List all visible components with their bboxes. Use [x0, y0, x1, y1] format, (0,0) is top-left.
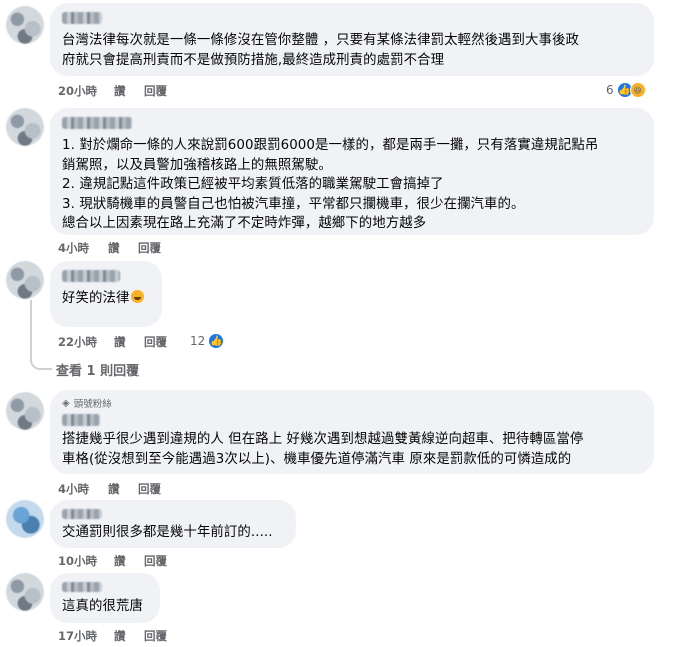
haha-reaction-icon: 😆: [629, 82, 646, 98]
comment-bubble: 這真的很荒唐: [50, 573, 160, 623]
comment-text: 這真的很荒唐: [62, 599, 143, 614]
reply-button[interactable]: 回覆: [144, 83, 167, 99]
timestamp[interactable]: 4小時: [58, 240, 89, 256]
like-button[interactable]: 讚: [114, 553, 126, 569]
comment-actions: 4小時 讚 回覆: [58, 481, 258, 497]
author-name[interactable]: [62, 270, 120, 282]
comment-text: 交通罰則很多都是幾十年前訂的.....: [62, 525, 273, 540]
comment-bubble: 交通罰則很多都是幾十年前訂的.....: [50, 500, 296, 548]
reply-thread-line: [30, 300, 52, 370]
like-button[interactable]: 讚: [114, 83, 126, 99]
reaction-summary[interactable]: 6 👍 😆: [606, 82, 646, 98]
like-button[interactable]: 讚: [114, 628, 126, 644]
reaction-count: 6: [606, 83, 614, 97]
view-replies-link[interactable]: 查看 1 則回覆: [56, 360, 139, 379]
comment-text: 台灣法律每次就是一條一條修沒在管你整體 ，只要有某條法律罰太輕然後遇到大事後政 …: [62, 33, 579, 68]
reply-button[interactable]: 回覆: [144, 628, 167, 644]
timestamp[interactable]: 10小時: [58, 553, 97, 569]
comment-actions: 17小時 讚 回覆: [58, 628, 258, 644]
comment-text: 搭捷幾乎很少遇到違規的人 但在路上 好幾次遇到想越過雙黃線逆向超車、把待轉區當停…: [62, 432, 584, 467]
comment-text: 好笑的法律: [62, 289, 150, 309]
comment-actions: 20小時 讚 回覆: [58, 83, 258, 99]
reply-button[interactable]: 回覆: [138, 481, 161, 497]
timestamp[interactable]: 22小時: [58, 334, 97, 350]
timestamp[interactable]: 20小時: [58, 83, 97, 99]
avatar[interactable]: [6, 108, 44, 146]
author-name[interactable]: [62, 12, 102, 24]
comment-actions: 4小時 讚 回覆: [58, 240, 258, 256]
like-button[interactable]: 讚: [108, 240, 120, 256]
comment-actions: 10小時 讚 回覆: [58, 553, 258, 569]
reaction-summary[interactable]: 12 👍: [190, 333, 225, 349]
author-name[interactable]: [62, 414, 100, 426]
like-button[interactable]: 讚: [108, 481, 120, 497]
top-fan-badge: ◈ 頭號粉絲: [62, 397, 112, 411]
reply-button[interactable]: 回覆: [144, 553, 167, 569]
avatar[interactable]: [6, 392, 44, 430]
timestamp[interactable]: 17小時: [58, 628, 97, 644]
like-reaction-icon: 👍: [208, 333, 225, 349]
reaction-count: 12: [190, 334, 206, 348]
author-name[interactable]: [62, 582, 102, 592]
author-name[interactable]: [62, 117, 132, 129]
reply-button[interactable]: 回覆: [144, 334, 167, 350]
like-button[interactable]: 讚: [114, 334, 126, 350]
timestamp[interactable]: 4小時: [58, 481, 89, 497]
comment-bubble: 好笑的法律: [50, 261, 162, 327]
author-name[interactable]: [62, 509, 102, 519]
grinning-emoji-icon: [131, 290, 145, 303]
comment-actions: 22小時 讚 回覆: [58, 334, 258, 350]
comment-text: 1. 對於爛命一條的人來說罰600跟罰6000是一樣的，都是兩手一攤，只有落實違…: [62, 138, 599, 231]
diamond-icon: ◈: [62, 397, 70, 409]
comment-bubble: 台灣法律每次就是一條一條修沒在管你整體 ，只要有某條法律罰太輕然後遇到大事後政 …: [50, 3, 654, 76]
avatar[interactable]: [6, 500, 44, 538]
reply-button[interactable]: 回覆: [138, 240, 161, 256]
avatar[interactable]: [6, 261, 44, 299]
comment-bubble: 1. 對於爛命一條的人來說罰600跟罰6000是一樣的，都是兩手一攤，只有落實違…: [50, 108, 654, 235]
avatar[interactable]: [6, 573, 44, 611]
avatar[interactable]: [6, 6, 44, 44]
comment-bubble: ◈ 頭號粉絲 搭捷幾乎很少遇到違規的人 但在路上 好幾次遇到想越過雙黃線逆向超車、…: [50, 390, 654, 474]
